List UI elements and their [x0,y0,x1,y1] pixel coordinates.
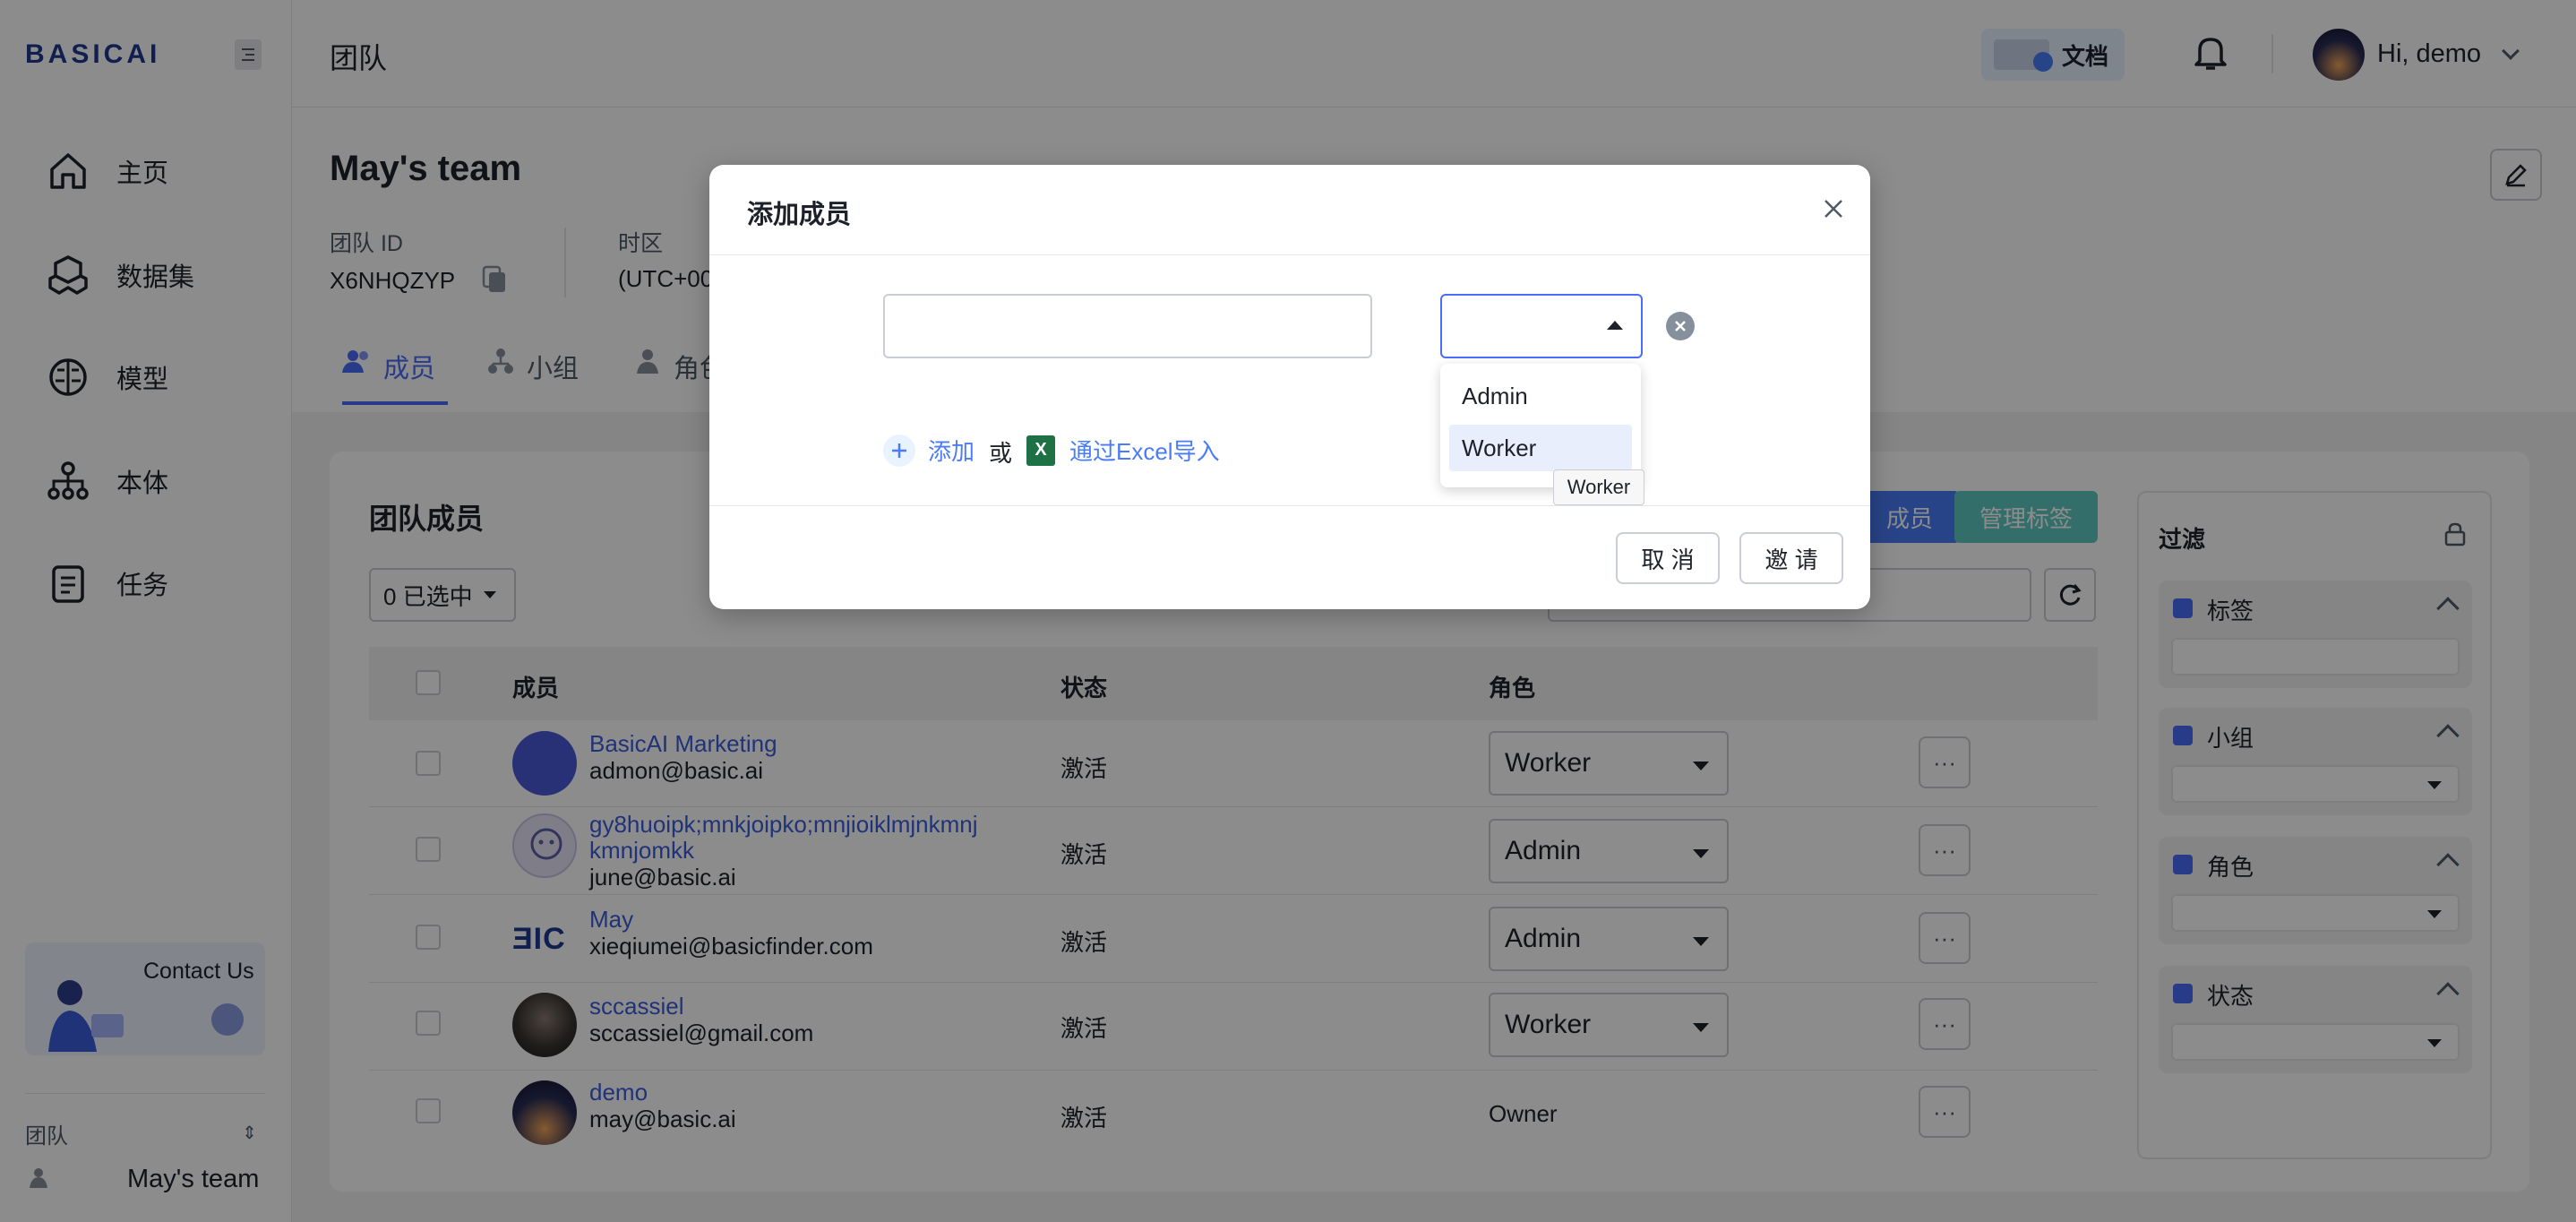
role-select-open[interactable] [1440,294,1643,358]
modal-title: 添加成员 [747,201,852,229]
import-excel-label: 通过Excel导入 [1069,438,1220,465]
caret-up-icon [1607,321,1623,330]
excel-icon: X [1026,435,1055,466]
add-member-modal: 添加成员 添加 或 X 通过Excel导入 取 消 邀 请 [709,165,1870,609]
invite-button[interactable]: 邀 请 [1739,532,1843,584]
role-option-label: Worker [1462,434,1537,461]
import-excel-button[interactable]: X 通过Excel导入 [1026,434,1220,467]
modal-footer-divider [709,505,1870,506]
role-option-label: Admin [1462,382,1528,409]
or-label: 或 [989,440,1013,467]
role-option-admin[interactable]: Admin [1449,373,1632,419]
option-tooltip: Worker [1553,469,1644,505]
plus-icon [883,434,915,467]
cancel-button[interactable]: 取 消 [1616,532,1720,584]
close-icon[interactable] [1820,195,1847,222]
invite-label: 邀 请 [1765,546,1818,573]
modal-header-divider [709,254,1870,255]
role-option-worker[interactable]: Worker [1449,425,1632,471]
cancel-label: 取 消 [1641,546,1695,573]
add-row-button[interactable]: 添加 [883,434,975,467]
email-input[interactable] [883,294,1372,358]
tooltip-text: Worker [1567,476,1631,498]
remove-row-icon[interactable] [1666,312,1695,340]
add-row-label: 添加 [928,438,975,465]
